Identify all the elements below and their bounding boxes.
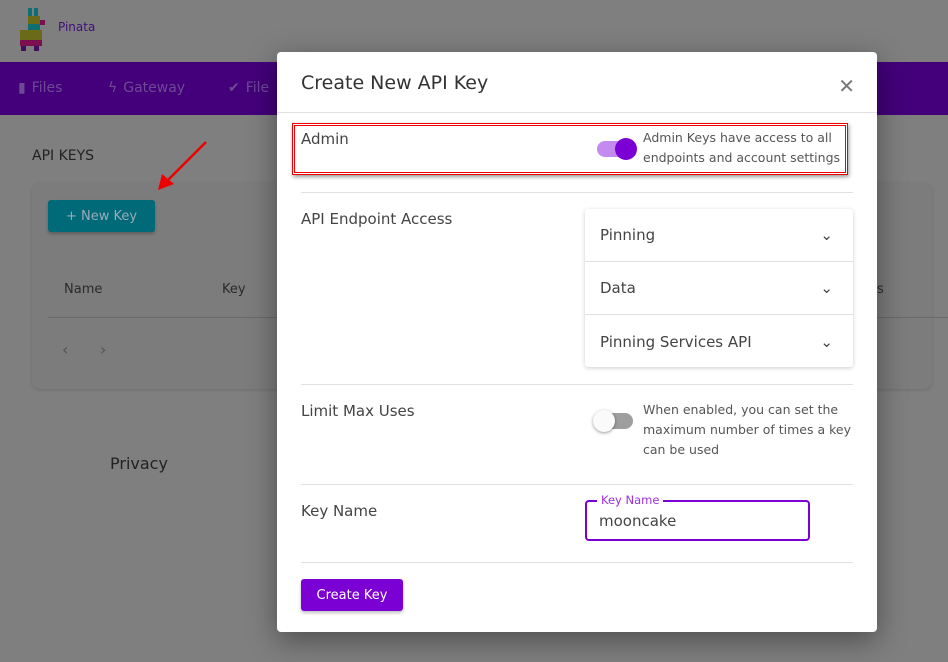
next-page-icon[interactable]: › xyxy=(100,340,106,359)
divider xyxy=(301,192,853,193)
brand-name: Pinata xyxy=(58,20,96,34)
page-title: API KEYS xyxy=(32,148,95,164)
admin-label: Admin xyxy=(301,130,349,148)
key-name-input[interactable] xyxy=(599,512,799,530)
new-key-button[interactable]: + New Key xyxy=(48,200,155,232)
accordion-pinning-services-api[interactable]: Pinning Services API ⌄ xyxy=(585,315,853,368)
limit-max-uses-toggle[interactable] xyxy=(593,410,633,432)
endpoint-access-label: API Endpoint Access xyxy=(301,210,453,228)
pinata-logo xyxy=(20,8,45,51)
nav-item-files[interactable]: ▮ Files xyxy=(18,80,62,96)
bolt-icon: ϟ xyxy=(108,80,118,96)
dialog-title: Create New API Key xyxy=(301,72,489,94)
accordion-pinning[interactable]: Pinning ⌄ xyxy=(585,209,853,262)
endpoint-accordion: Pinning ⌄ Data ⌄ Pinning Services API ⌄ xyxy=(585,209,853,367)
create-api-key-dialog: Create New API Key ✕ Admin Admin Keys ha… xyxy=(277,52,877,632)
admin-description: Admin Keys have access to all endpoints a… xyxy=(643,130,841,165)
column-name: Name xyxy=(64,282,103,297)
divider xyxy=(301,384,853,385)
key-name-floating-label: Key Name xyxy=(597,493,664,507)
prev-page-icon[interactable]: ‹ xyxy=(62,340,68,359)
file-icon: ▮ xyxy=(18,80,26,96)
key-name-field[interactable]: Key Name xyxy=(585,493,810,541)
divider xyxy=(277,112,877,113)
chevron-down-icon: ⌄ xyxy=(820,332,833,351)
divider xyxy=(301,484,853,485)
double-check-icon: ✔ xyxy=(228,80,240,96)
privacy-link[interactable]: Privacy xyxy=(110,454,168,473)
column-key: Key xyxy=(222,282,246,297)
nav-item-gateway[interactable]: ϟ Gateway xyxy=(108,80,185,96)
close-icon[interactable]: ✕ xyxy=(838,74,855,98)
key-name-label: Key Name xyxy=(301,502,378,520)
limit-description: When enabled, you can set the maximum num… xyxy=(643,402,851,457)
red-arrow-annotation xyxy=(158,141,207,190)
nav-item-file[interactable]: ✔ File xyxy=(228,80,269,96)
divider xyxy=(301,562,853,563)
accordion-data[interactable]: Data ⌄ xyxy=(585,262,853,315)
limit-max-uses-label: Limit Max Uses xyxy=(301,402,415,420)
admin-toggle[interactable] xyxy=(597,138,637,160)
column-partial: s xyxy=(877,282,884,297)
chevron-down-icon: ⌄ xyxy=(820,279,833,297)
chevron-down-icon: ⌄ xyxy=(820,226,833,244)
create-key-button[interactable]: Create Key xyxy=(301,579,403,611)
